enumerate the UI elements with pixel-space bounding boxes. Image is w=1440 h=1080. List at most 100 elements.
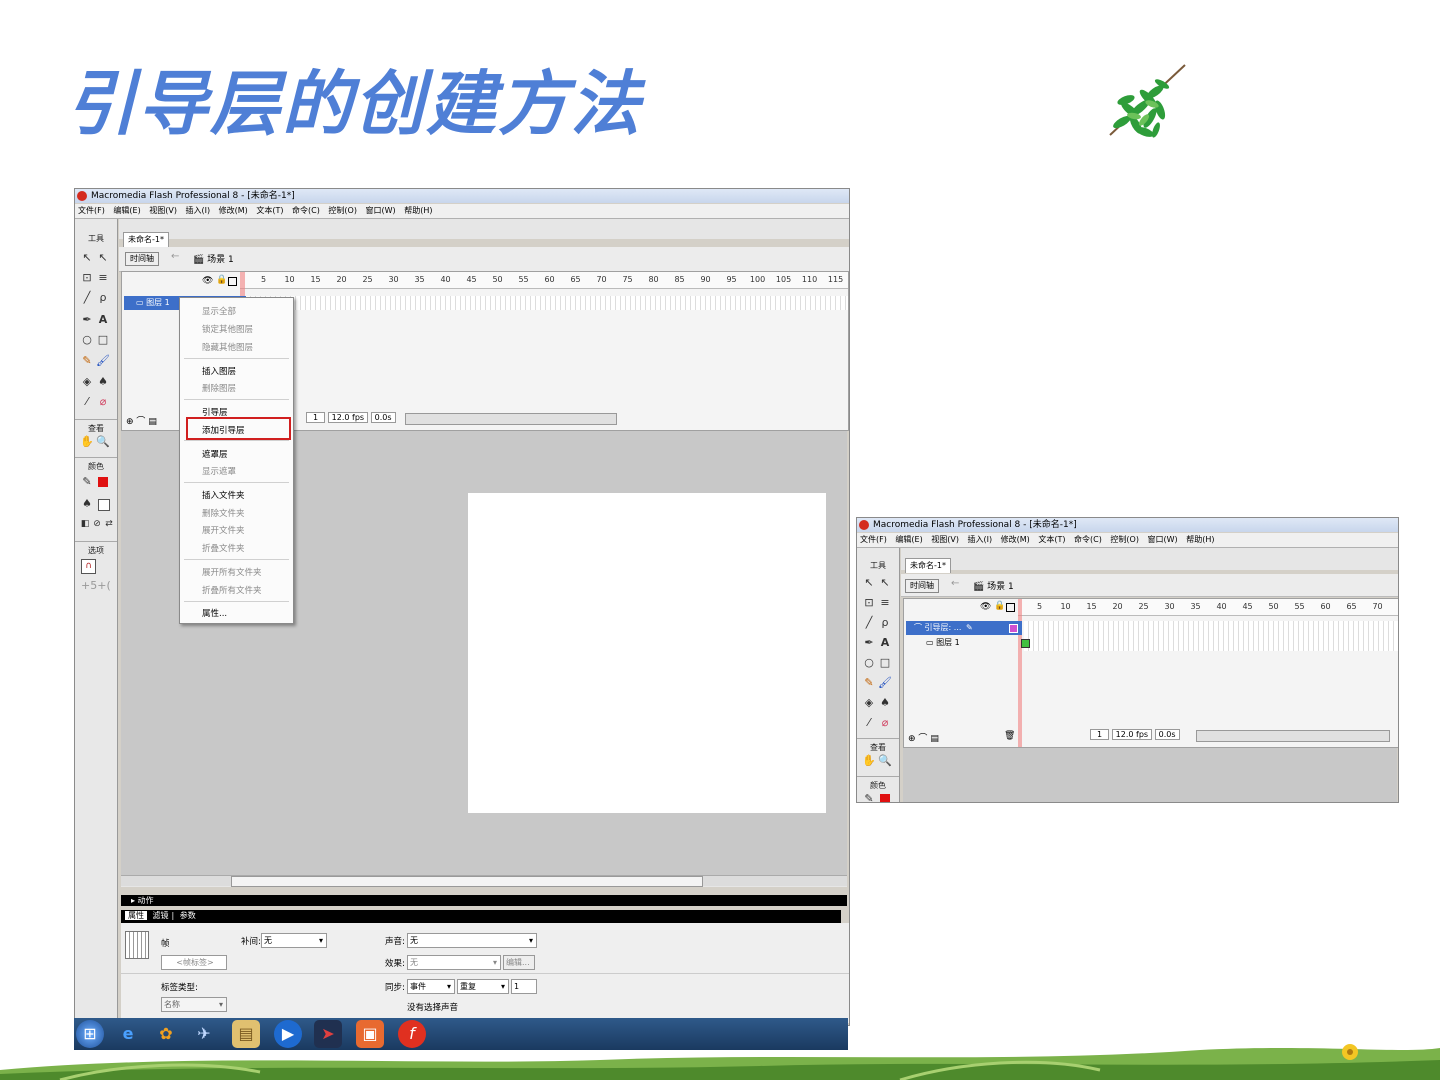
insert-layer-icon[interactable]: ⊕ <box>908 734 916 744</box>
pen-tool-icon[interactable]: ✒ <box>862 636 876 650</box>
menu-item-show-all[interactable]: 显示全部 <box>202 305 236 317</box>
smooth-icon[interactable]: +5 <box>81 579 97 593</box>
scene-label[interactable]: 🎬 场景 1 <box>973 579 1014 592</box>
stroke-color-icon[interactable]: ✎ <box>80 475 94 489</box>
doc-tab[interactable]: 未命名-1* <box>123 232 169 247</box>
selection-tool-icon[interactable]: ↖ <box>862 576 876 590</box>
menu-help[interactable]: 帮助(H) <box>404 206 432 215</box>
menu-item-properties[interactable]: 属性... <box>202 607 227 619</box>
tab-properties[interactable]: 属性 <box>125 911 147 920</box>
selection-tool-icon[interactable]: ↖ <box>80 251 94 265</box>
menu-item-collapse-folder[interactable]: 折叠文件夹 <box>202 542 245 554</box>
tab-filters[interactable]: 滤镜 <box>150 911 172 920</box>
add-guide-icon[interactable]: ⌒ <box>918 734 927 744</box>
menu-item-expand-all[interactable]: 展开所有文件夹 <box>202 566 262 578</box>
text-tool-icon[interactable]: A <box>878 636 892 650</box>
menu-item-expand-folder[interactable]: 展开文件夹 <box>202 524 245 536</box>
menu-text[interactable]: 文本(T) <box>1038 535 1065 544</box>
fill-color-swatch[interactable] <box>880 794 890 802</box>
menu-insert[interactable]: 插入(I) <box>186 206 211 215</box>
add-guide-icon[interactable]: ⌒ <box>136 417 145 427</box>
insert-layer-icon[interactable]: ⊕ <box>126 417 134 427</box>
actions-bar[interactable]: ▸ 动作 <box>121 895 847 906</box>
doc-tab[interactable]: 未命名-1* <box>905 558 951 573</box>
menu-insert[interactable]: 插入(I) <box>968 535 993 544</box>
repeat-count-input[interactable]: 1 <box>511 979 537 994</box>
menu-item-insert-layer[interactable]: 插入图层 <box>202 365 236 377</box>
zoom-tool-icon[interactable]: 🔍 <box>878 754 892 768</box>
straighten-icon[interactable]: +( <box>97 579 111 593</box>
eye-icon[interactable]: 👁 <box>202 276 213 286</box>
stroke-color-icon[interactable]: ✎ <box>862 792 876 802</box>
menu-help[interactable]: 帮助(H) <box>1186 535 1214 544</box>
paint-bucket-tool-icon[interactable]: ♠ <box>96 375 110 389</box>
ink-bottle-tool-icon[interactable]: ◈ <box>862 696 876 710</box>
menu-item-delete-layer[interactable]: 删除图层 <box>202 382 236 394</box>
menu-file[interactable]: 文件(F) <box>860 535 887 544</box>
scene-label[interactable]: 🎬 场景 1 <box>193 252 234 265</box>
paint-bucket-tool-icon[interactable]: ♠ <box>878 696 892 710</box>
fill-color-white-swatch[interactable] <box>98 499 110 511</box>
menu-commands[interactable]: 命令(C) <box>1074 535 1102 544</box>
brush-tool-icon[interactable]: 🖌 <box>878 676 892 690</box>
stage-canvas[interactable] <box>468 493 826 813</box>
menu-view[interactable]: 视图(V) <box>149 206 177 215</box>
oval-tool-icon[interactable]: ○ <box>862 656 876 670</box>
lock-icon[interactable]: 🔒 <box>216 275 227 285</box>
eyedropper-tool-icon[interactable]: ⁄ <box>80 395 94 409</box>
free-transform-tool-icon[interactable]: ⊡ <box>862 596 876 610</box>
menu-view[interactable]: 视图(V) <box>931 535 959 544</box>
pencil-tool-icon[interactable]: ✎ <box>862 676 876 690</box>
menu-item-mask[interactable]: 遮罩层 <box>202 448 228 460</box>
eraser-tool-icon[interactable]: ⌀ <box>96 395 110 409</box>
outline-icon[interactable] <box>228 277 237 286</box>
stage-hscroll[interactable] <box>121 875 847 887</box>
gradient-transform-tool-icon[interactable]: ≡ <box>96 271 110 285</box>
menu-modify[interactable]: 修改(M) <box>219 206 248 215</box>
stage-hscroll-thumb[interactable] <box>231 876 703 887</box>
oval-tool-icon[interactable]: ○ <box>80 333 94 347</box>
menu-window[interactable]: 窗口(W) <box>366 206 396 215</box>
menu-item-delete-folder[interactable]: 删除文件夹 <box>202 507 245 519</box>
text-tool-icon[interactable]: A <box>96 313 110 327</box>
insert-folder-icon[interactable]: ▤ <box>148 417 157 427</box>
timeline-toggle-button[interactable]: 时间轴 <box>125 252 159 266</box>
frame-track[interactable] <box>246 296 848 310</box>
menu-item-collapse-all[interactable]: 折叠所有文件夹 <box>202 584 262 596</box>
timeline-hscroll[interactable] <box>1196 730 1390 742</box>
swap-colors-icon[interactable]: ⇄ <box>102 517 116 531</box>
fill-bucket-icon[interactable]: ♠ <box>80 497 94 511</box>
lasso-tool-icon[interactable]: ρ <box>96 291 110 305</box>
repeat-select[interactable]: 重复 ▾ <box>457 979 509 994</box>
menu-text[interactable]: 文本(T) <box>256 206 283 215</box>
line-tool-icon[interactable]: ╱ <box>80 291 94 305</box>
sync-select[interactable]: 事件 ▾ <box>407 979 455 994</box>
pencil-tool-icon[interactable]: ✎ <box>80 354 94 368</box>
gradient-transform-tool-icon[interactable]: ≡ <box>878 596 892 610</box>
eraser-tool-icon[interactable]: ⌀ <box>878 716 892 730</box>
menu-item-insert-folder[interactable]: 插入文件夹 <box>202 489 245 501</box>
subselection-tool-icon[interactable]: ↖ <box>96 251 110 265</box>
label-type-select[interactable]: 名称 ▾ <box>161 997 227 1012</box>
back-arrow-icon[interactable]: ← <box>951 578 959 589</box>
lasso-tool-icon[interactable]: ρ <box>878 616 892 630</box>
timeline-toggle-button[interactable]: 时间轴 <box>905 579 939 593</box>
insert-folder-icon[interactable]: ▤ <box>930 734 939 744</box>
menu-edit[interactable]: 编辑(E) <box>895 535 922 544</box>
menu-modify[interactable]: 修改(M) <box>1001 535 1030 544</box>
eyedropper-tool-icon[interactable]: ⁄ <box>862 716 876 730</box>
menu-item-lock-others[interactable]: 锁定其他图层 <box>202 323 253 335</box>
menu-control[interactable]: 控制(O) <box>1110 535 1139 544</box>
effect-select[interactable]: 无 ▾ <box>407 955 501 970</box>
free-transform-tool-icon[interactable]: ⊡ <box>80 271 94 285</box>
hand-tool-icon[interactable]: ✋ <box>80 435 94 449</box>
frame-track[interactable] <box>1024 621 1398 651</box>
rectangle-tool-icon[interactable]: □ <box>96 333 110 347</box>
frame-name-input[interactable]: <帧标签> <box>161 955 227 970</box>
ink-bottle-tool-icon[interactable]: ◈ <box>80 375 94 389</box>
menu-file[interactable]: 文件(F) <box>78 206 105 215</box>
brush-tool-icon[interactable]: 🖌 <box>96 354 110 368</box>
sound-select[interactable]: 无 ▾ <box>407 933 537 948</box>
zoom-tool-icon[interactable]: 🔍 <box>96 435 110 449</box>
eye-icon[interactable]: 👁 <box>980 602 991 612</box>
